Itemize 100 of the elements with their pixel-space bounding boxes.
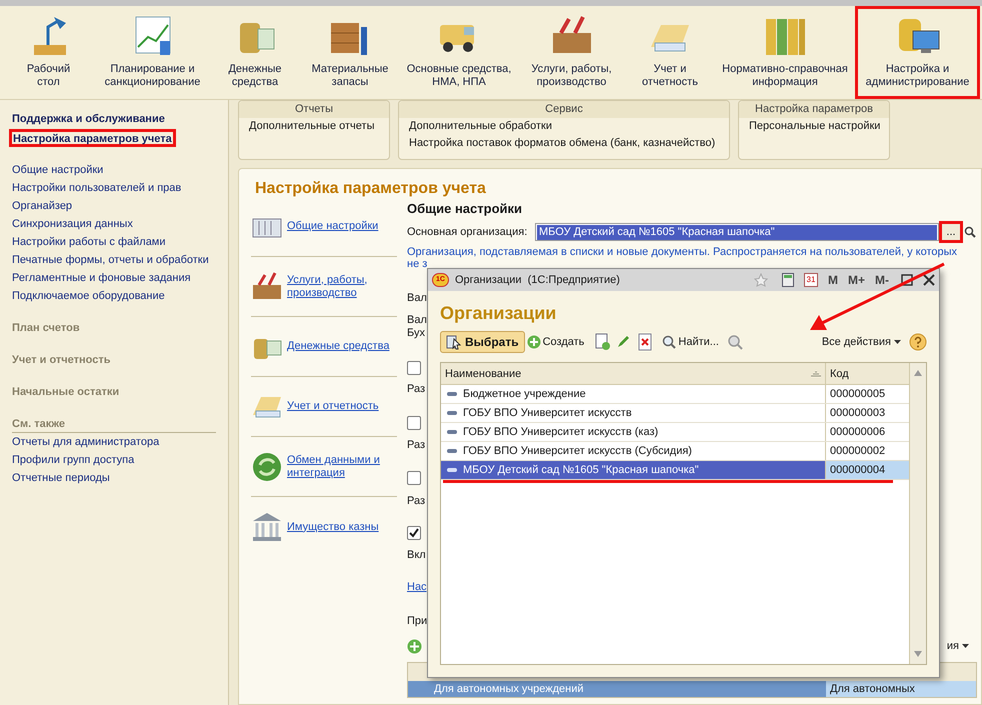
- setting-text: Раз: [407, 495, 426, 508]
- pointer-icon: [446, 334, 462, 350]
- section-button[interactable]: Основные средства, НМА, НПА: [400, 6, 518, 99]
- table-row[interactable]: Бюджетное учреждение 000000005: [441, 385, 909, 404]
- setting-text: Бух: [407, 327, 425, 340]
- item-icon: [447, 392, 457, 396]
- select-button[interactable]: ...: [939, 221, 963, 243]
- field-label: Основная организация:: [407, 224, 528, 240]
- search-cancel-icon[interactable]: [726, 334, 743, 350]
- plus-icon[interactable]: [407, 638, 422, 654]
- close-icon[interactable]: [923, 274, 935, 286]
- sidebar-section[interactable]: Настройка параметров учета: [9, 129, 176, 147]
- field-description: Организация, подставляемая в списки и новые документы. Распространяется на пользователей, у которых: [407, 246, 958, 258]
- sidebar-subheader: См. также: [12, 415, 216, 433]
- checkbox[interactable]: [407, 471, 421, 485]
- nav-link[interactable]: Учет и отчетность: [287, 400, 379, 413]
- section-button[interactable]: Услуги, работы, производство: [518, 6, 625, 99]
- organization-field[interactable]: МБОУ Детский сад №1605 "Красная шапочка": [535, 223, 939, 241]
- section-button[interactable]: Настройка и администрирование: [855, 6, 980, 99]
- setting-text: При: [407, 615, 428, 628]
- nav-link[interactable]: Имущество казны: [287, 520, 379, 534]
- nav-link[interactable]: Денежные средства: [287, 340, 390, 353]
- caret-icon: [894, 340, 901, 344]
- dialog-heading: Организации: [440, 302, 558, 322]
- choose-button[interactable]: Выбрать: [440, 331, 525, 353]
- field-description: не з: [407, 258, 428, 270]
- section-button[interactable]: Планирование и санкционирование: [95, 6, 210, 99]
- table-cell: 000000004: [825, 461, 909, 479]
- table-cell[interactable]: Для автономных: [826, 681, 976, 697]
- setting-text: Вал: [407, 314, 427, 327]
- scrollbar[interactable]: [909, 363, 926, 664]
- column-header[interactable]: Наименование: [441, 363, 825, 384]
- create-button[interactable]: Создать: [524, 331, 586, 353]
- item-icon: [447, 411, 457, 415]
- table-cell: Бюджетное учреждение: [441, 385, 825, 403]
- sidebar-section[interactable]: Поддержка и обслуживание: [12, 111, 216, 129]
- nav-link[interactable]: Услуги, работы, производство: [287, 274, 368, 300]
- section-button[interactable]: Денежные средства: [210, 6, 300, 99]
- calendar-icon[interactable]: 31: [804, 273, 818, 287]
- memory-button[interactable]: M-: [875, 271, 889, 289]
- sidebar-link[interactable]: Подключаемое оборудование: [12, 287, 216, 305]
- memory-button[interactable]: M: [828, 271, 838, 289]
- window-title: Организации (1С:Предприятие): [455, 272, 621, 288]
- setting-text: Вкл: [407, 549, 426, 562]
- calculator-icon[interactable]: [782, 273, 794, 287]
- sort-icon: [811, 370, 821, 376]
- table-row[interactable]: МБОУ Детский сад №1605 "Красная шапочка" 000000004: [441, 461, 909, 480]
- table-cell: ГОБУ ВПО Университет искусств (Субсидия): [441, 442, 825, 460]
- sidebar-link[interactable]: Синхронизация данных: [12, 215, 216, 233]
- settings-heading: Общие настройки: [407, 200, 523, 215]
- sidebar-link[interactable]: Отчетные периоды: [12, 469, 216, 487]
- checkbox[interactable]: [407, 416, 421, 430]
- section-button[interactable]: Рабочий стол: [2, 6, 95, 99]
- sidebar-link[interactable]: Отчеты для администратора: [12, 433, 216, 451]
- star-icon[interactable]: [754, 273, 768, 287]
- setting-text: Вал: [407, 292, 427, 305]
- setting-text: Раз: [407, 383, 426, 396]
- sidebar-link[interactable]: Регламентные и фоновые задания: [12, 269, 216, 287]
- section-button[interactable]: Материальные запасы: [300, 6, 400, 99]
- section-button[interactable]: Нормативно-справочная информация: [715, 6, 855, 99]
- sidebar-link[interactable]: Органайзер: [12, 197, 216, 215]
- sidebar-link[interactable]: Общие настройки: [12, 161, 216, 179]
- sidebar-link[interactable]: Настройки пользователей и прав: [12, 179, 216, 197]
- command-link[interactable]: Настройка поставок форматов обмена (банк, казначейство): [399, 135, 729, 152]
- help-icon[interactable]: [909, 333, 927, 351]
- plus-icon: [526, 335, 541, 349]
- sidebar-link[interactable]: Настройки работы с файлами: [12, 233, 216, 251]
- table-row[interactable]: ГОБУ ВПО Университет искусств (каз) 000000006: [441, 423, 909, 442]
- sidebar-link[interactable]: Печатные формы, отчеты и обработки: [12, 251, 216, 269]
- delete-icon[interactable]: [638, 333, 652, 351]
- search-icon: [662, 335, 676, 349]
- find-button[interactable]: Найти...: [662, 331, 719, 353]
- command-group-title: Настройка параметров: [739, 101, 889, 118]
- page-title: Настройка параметров учета: [255, 179, 487, 197]
- nav-link[interactable]: Общие настройки: [287, 220, 378, 233]
- command-group-title: Сервис: [399, 101, 729, 118]
- pencil-icon[interactable]: [616, 335, 630, 349]
- item-icon: [447, 430, 457, 434]
- copy-icon[interactable]: [594, 333, 610, 351]
- command-link[interactable]: Дополнительные отчеты: [239, 118, 389, 135]
- memory-button[interactable]: M+: [848, 271, 865, 289]
- sync-icon: [251, 450, 283, 482]
- maximize-icon[interactable]: [901, 274, 913, 286]
- command-link[interactable]: Дополнительные обработки: [399, 118, 729, 135]
- command-link[interactable]: Персональные настройки: [739, 118, 889, 135]
- checkbox[interactable]: [407, 526, 421, 540]
- checkbox[interactable]: [407, 361, 421, 375]
- item-icon: [447, 449, 457, 453]
- command-group-title: Отчеты: [239, 101, 389, 118]
- table-row[interactable]: ГОБУ ВПО Университет искусств 000000003: [441, 404, 909, 423]
- caret-icon: [962, 644, 969, 648]
- section-button[interactable]: Учет и отчетность: [625, 6, 715, 99]
- actions-menu[interactable]: ия: [946, 638, 969, 654]
- table-cell: ГОБУ ВПО Университет искусств (каз): [441, 423, 825, 441]
- table-cell: ГОБУ ВПО Университет искусств: [441, 404, 825, 422]
- nav-link[interactable]: Обмен данными и интеграция: [287, 454, 380, 480]
- item-icon: [447, 468, 457, 472]
- sidebar-link[interactable]: Профили групп доступа: [12, 451, 216, 469]
- all-actions-menu[interactable]: Все действия: [822, 334, 901, 350]
- setting-link[interactable]: Нас: [407, 581, 427, 594]
